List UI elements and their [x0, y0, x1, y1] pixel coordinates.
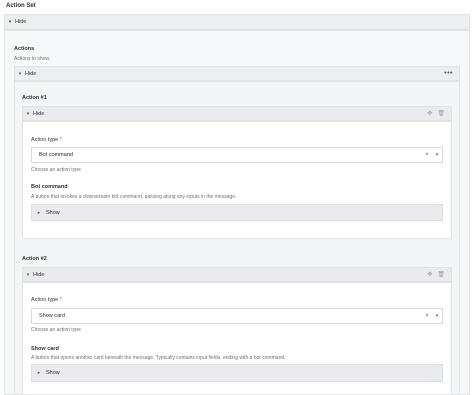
action1-collapse-bar[interactable]: ▾ Hide ✥ 🗑	[22, 106, 452, 121]
action2-hide-label: Hide	[33, 271, 45, 278]
chevron-right-icon: ▸	[37, 209, 41, 216]
more-horizontal-icon[interactable]: •••	[444, 70, 453, 77]
chevron-down-icon: ▾	[26, 110, 30, 117]
action1-help: Choose an action type.	[31, 167, 83, 173]
chevron-down-icon[interactable]: ▾	[432, 152, 442, 158]
chevron-down-icon: ▾	[8, 19, 12, 25]
action2-show-label: Show	[46, 370, 60, 376]
action2-section-title: Show card	[31, 346, 59, 352]
action2-title: Action #2	[22, 256, 47, 262]
action-set-collapse-bar[interactable]: ▾ Hide	[4, 14, 470, 30]
action1-type-value: Bot command	[39, 152, 73, 158]
actions-subtitle: Actions to show.	[14, 56, 51, 62]
action1-show-bar[interactable]: ▸ Show	[31, 204, 443, 221]
actions-collapse-bar[interactable]: ▾ Hide •••	[14, 66, 460, 81]
action2-field-label: Action type *	[31, 297, 62, 303]
action1-show-label: Show	[46, 209, 60, 216]
action2-help: Choose an action type.	[31, 327, 83, 333]
action1-title: Action #1	[22, 95, 47, 101]
actions-title: Actions	[14, 46, 35, 52]
action1-hide-label: Hide	[33, 110, 45, 117]
action1-type-select[interactable]: Bot command × ▾	[31, 147, 443, 163]
page-title: Action Set	[6, 3, 36, 9]
action1-section-desc: A button that invokes a downstream bot c…	[31, 194, 237, 200]
action2-collapse-bar[interactable]: ▾ Hide ✥ 🗑	[22, 267, 452, 282]
action2-show-bar[interactable]: ▸ Show	[31, 364, 443, 382]
trash-icon[interactable]: 🗑	[437, 110, 445, 117]
action1-field-label: Action type *	[31, 137, 62, 143]
action1-section-title: Bot command	[31, 184, 68, 190]
chevron-down-icon: ▾	[26, 271, 30, 278]
actions-hide-label: Hide	[25, 70, 37, 77]
action2-section-desc: A button that opens another card beneath…	[31, 355, 286, 361]
action2-type-value: Show card	[39, 313, 65, 319]
action-set-hide-label: Hide	[15, 19, 27, 25]
trash-icon[interactable]: 🗑	[437, 271, 445, 278]
chevron-down-icon: ▾	[18, 70, 22, 77]
action1-body	[22, 121, 452, 239]
clear-icon[interactable]: ×	[422, 313, 432, 319]
chevron-right-icon: ▸	[37, 370, 41, 376]
chevron-down-icon[interactable]: ▾	[432, 313, 442, 319]
move-icon[interactable]: ✥	[427, 271, 432, 278]
move-icon[interactable]: ✥	[427, 110, 432, 117]
clear-icon[interactable]: ×	[422, 152, 432, 158]
action2-type-select[interactable]: Show card × ▾	[31, 308, 443, 324]
